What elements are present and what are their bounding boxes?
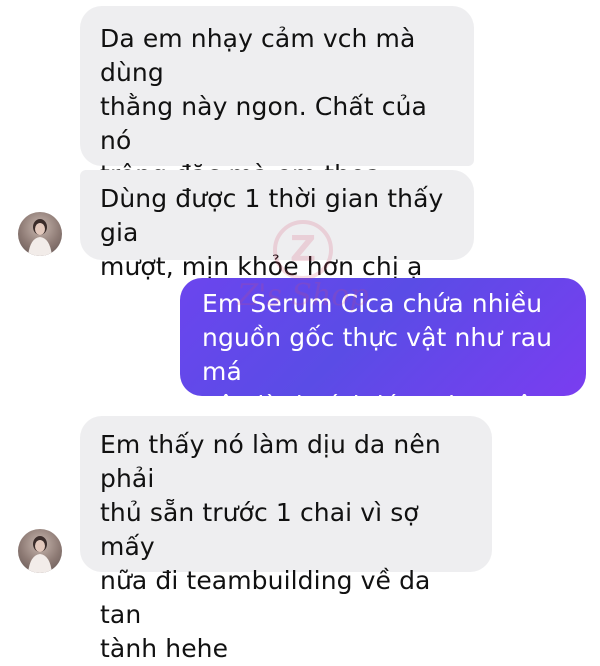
- contact-avatar[interactable]: [18, 212, 62, 256]
- message-bubble-incoming[interactable]: Dùng được 1 thời gian thấy gia mượt, mịn…: [80, 170, 474, 281]
- message-bubble-incoming[interactable]: Em thấy nó làm dịu da nên phải thủ sẵn t…: [80, 416, 492, 663]
- contact-avatar[interactable]: [18, 529, 62, 573]
- message-bubble-outgoing[interactable]: Em Serum Cica chứa nhiều nguồn gốc thực …: [180, 278, 586, 454]
- person-photo-icon: [28, 536, 52, 573]
- chat-conversation: { "messages": [ { "sender": "other", "te…: [0, 0, 600, 663]
- person-photo-icon: [28, 219, 52, 256]
- message-bubble-incoming[interactable]: Da em nhạy cảm vch mà dùng thằng này ngo…: [80, 6, 474, 257]
